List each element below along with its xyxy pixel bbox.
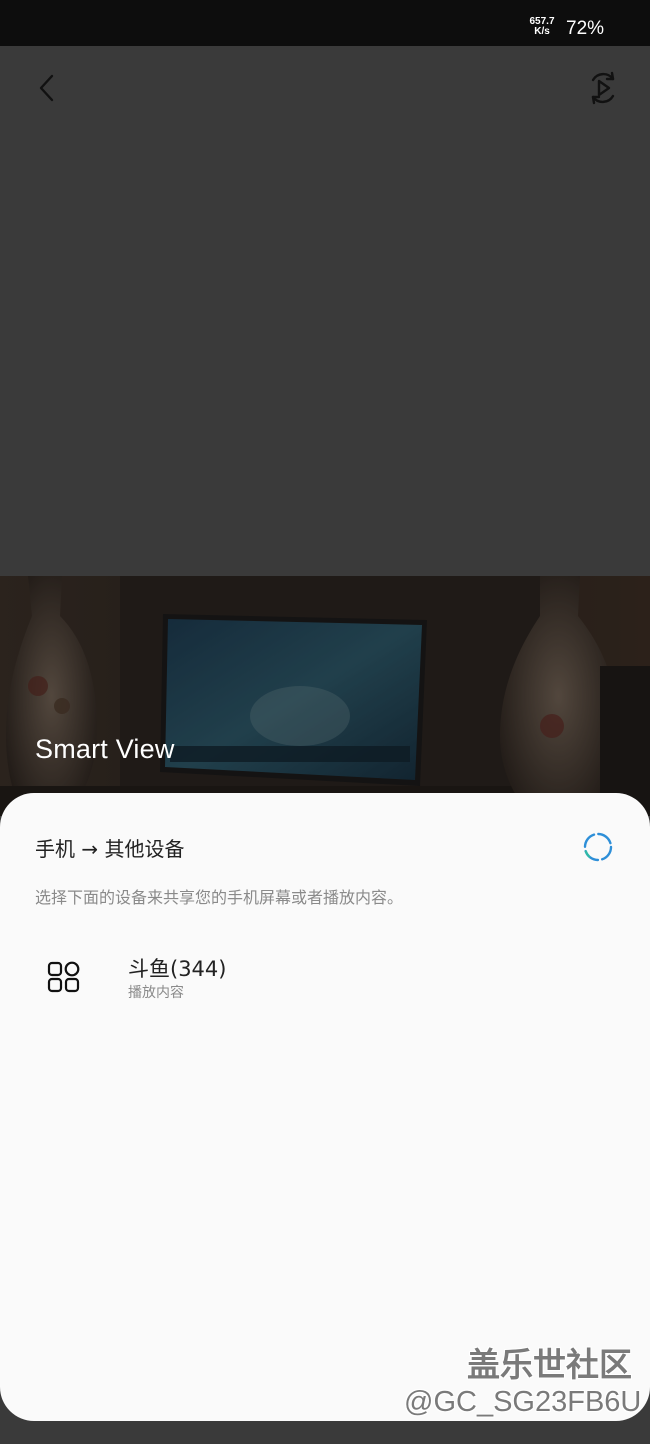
- tv-room-photo: [0, 576, 650, 816]
- network-speed-indicator: 657.7 K/s: [524, 17, 560, 37]
- network-speed-unit: K/s: [534, 26, 550, 37]
- dimmed-app-background[interactable]: [0, 46, 650, 576]
- loading-spinner-icon: [582, 831, 614, 863]
- device-name: 斗鱼(344): [128, 957, 227, 981]
- screen-mirror-play-icon: [591, 71, 615, 105]
- community-watermark: 盖乐世社区 @GC_SG23FB6U: [404, 1338, 642, 1424]
- battery-percentage: 72%: [566, 18, 605, 39]
- chevron-left-icon: [39, 74, 54, 102]
- back-button[interactable]: [28, 68, 68, 108]
- watermark-user: @GC_SG23FB6U: [404, 1386, 642, 1418]
- sheet-heading: 手机 → 其他设备: [35, 837, 185, 861]
- device-list-item[interactable]: 斗鱼(344) 播放内容: [20, 943, 630, 1011]
- watermark-logo: 盖乐世社区: [467, 1345, 632, 1384]
- device-subtitle: 播放内容: [128, 985, 184, 1001]
- sheet-description: 选择下面的设备来共享您的手机屏幕或者播放内容。: [35, 888, 404, 907]
- device-picker-sheet: 手机 → 其他设备 选择下面的设备来共享您的手机屏幕或者播放内容。 斗鱼(344…: [0, 793, 650, 1421]
- status-bar: 657.7 K/s 72%: [0, 0, 650, 46]
- screen-mirror-button[interactable]: [582, 68, 624, 108]
- hero-title: Smart View: [35, 734, 175, 764]
- apps-grid-icon: [46, 959, 82, 995]
- smart-view-hero-image: Smart View: [0, 576, 650, 816]
